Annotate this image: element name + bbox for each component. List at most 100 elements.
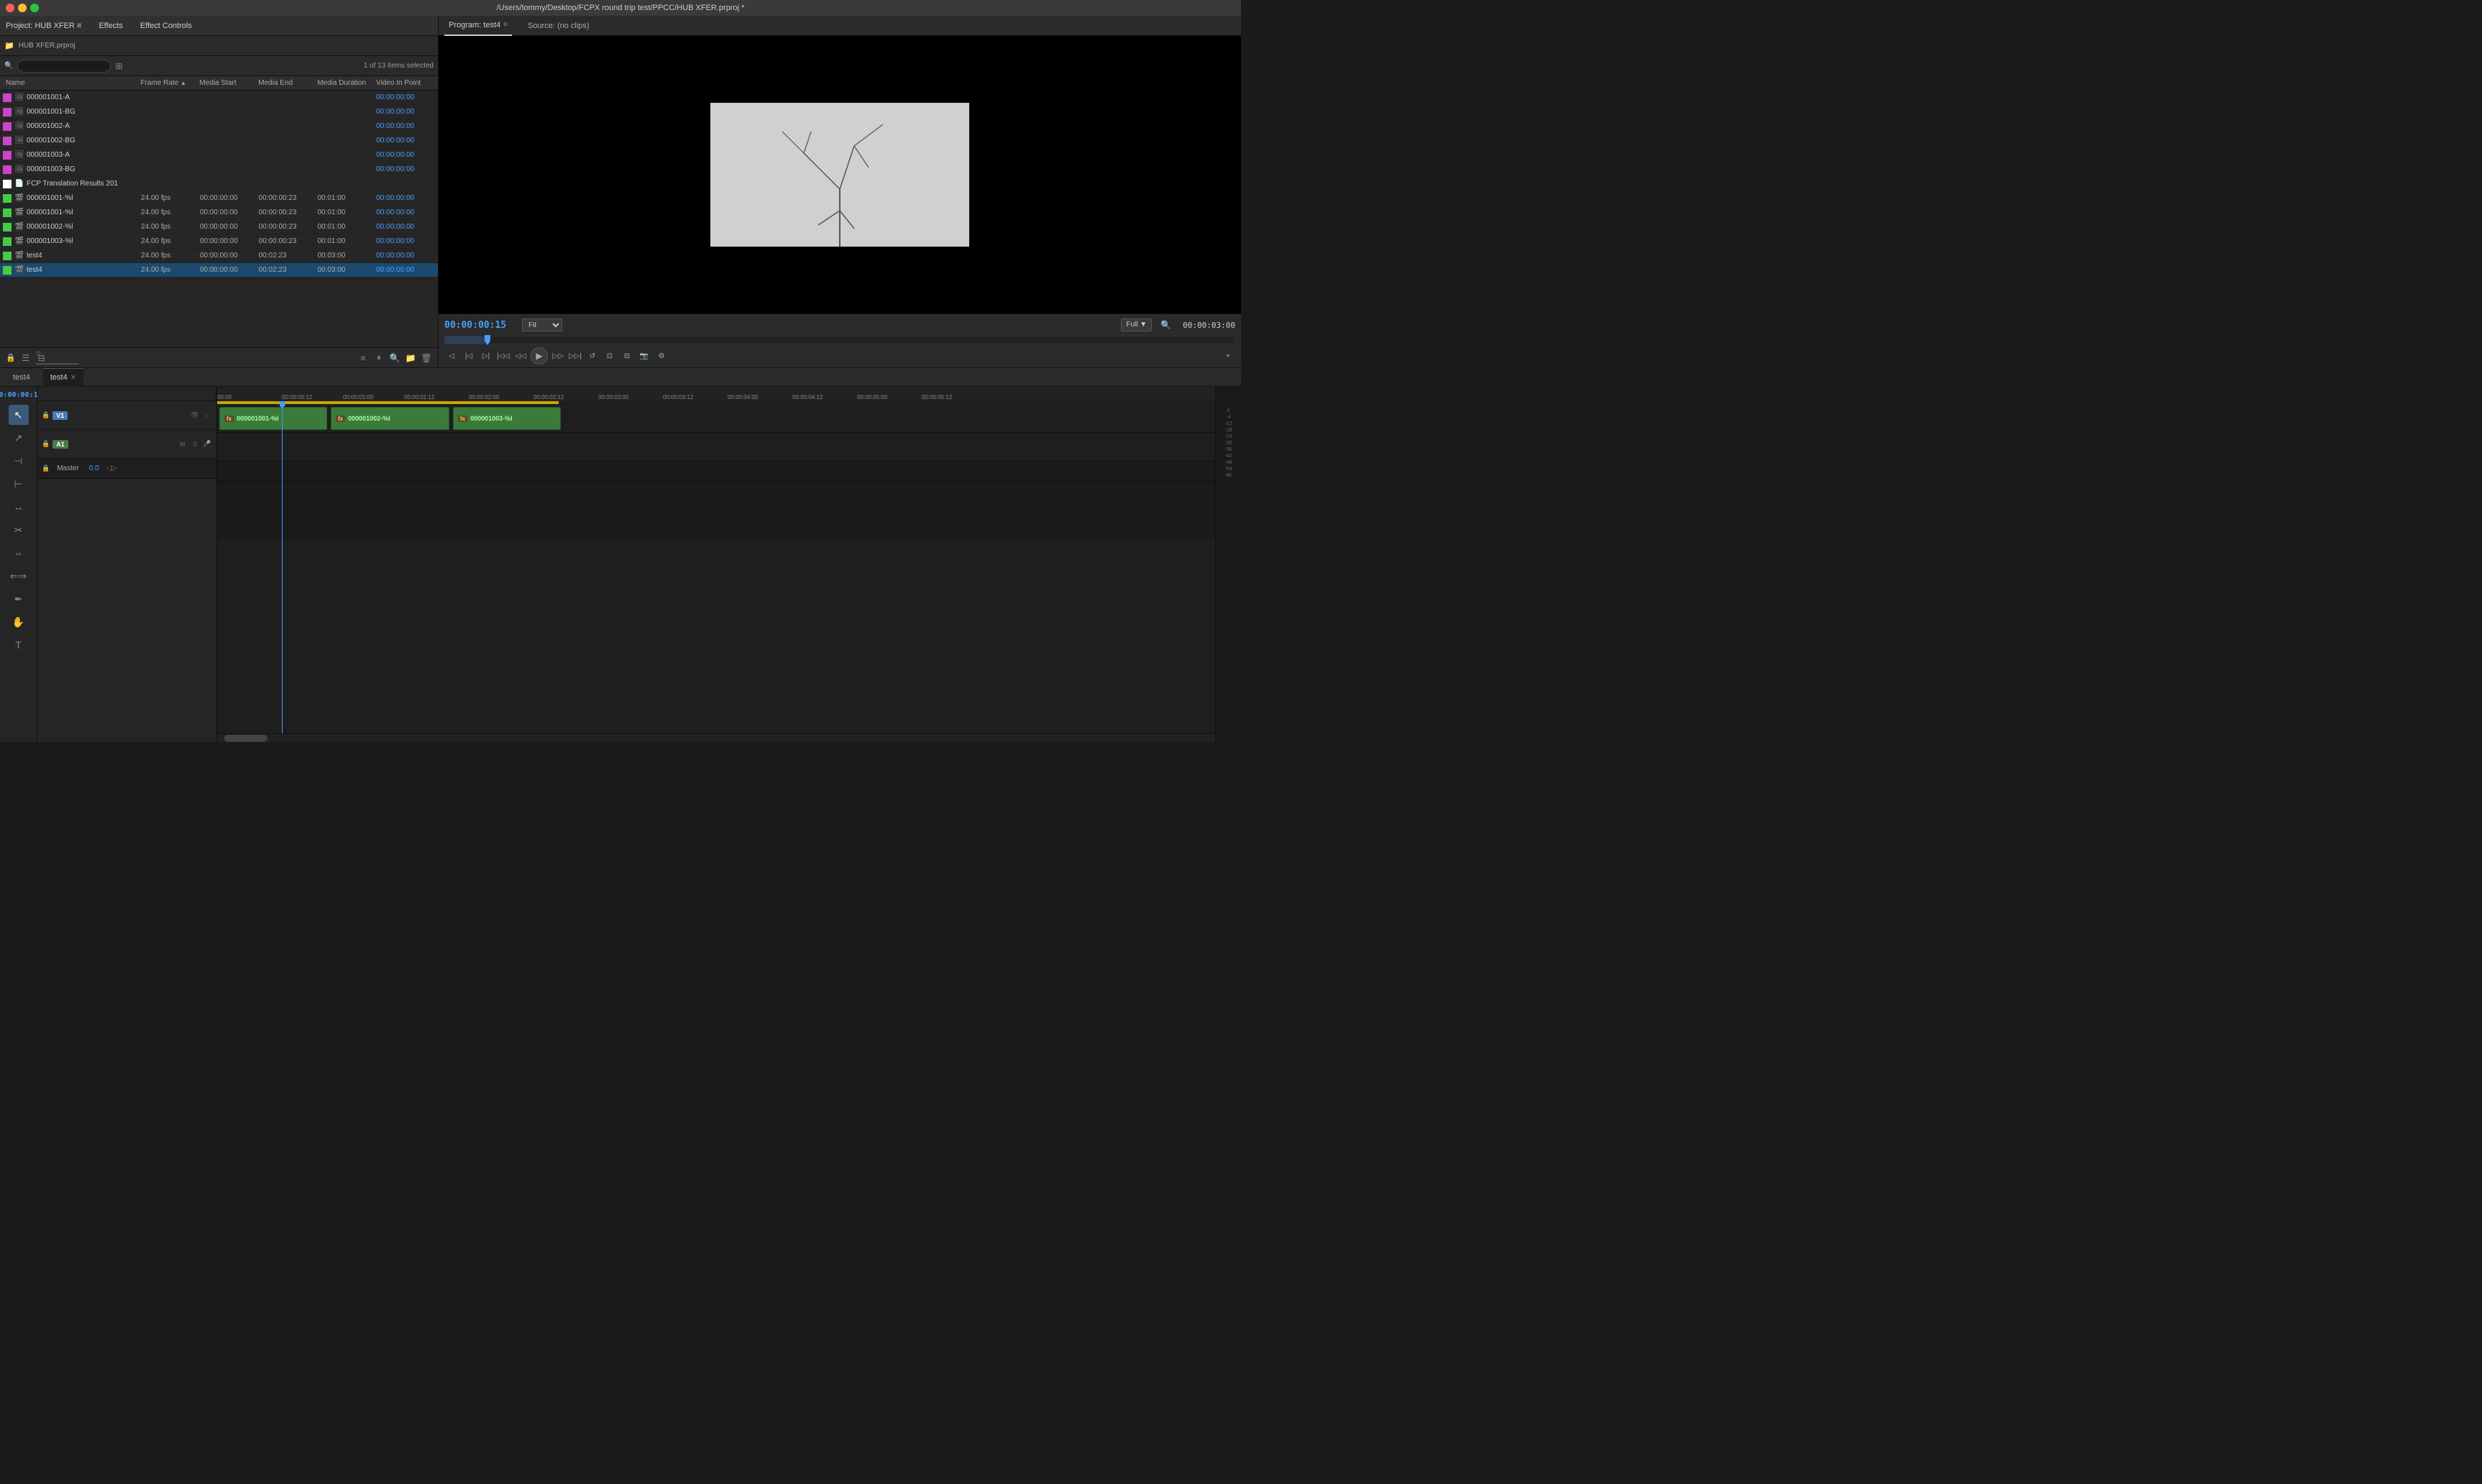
file-row[interactable]: 🖼 000001002-BG 00:00:00:00: [0, 134, 438, 148]
effects-tab[interactable]: Effects: [99, 22, 122, 30]
a1-track-content[interactable]: [217, 433, 1215, 462]
preview-svg: [710, 103, 969, 247]
col-mediaduration-header[interactable]: Media Duration: [317, 79, 376, 87]
scrubber-handle[interactable]: [485, 335, 490, 345]
slip-tool-btn[interactable]: ⇔: [9, 543, 29, 563]
select-tool-btn[interactable]: ↖: [9, 405, 29, 425]
razor-tool-btn[interactable]: ✂: [9, 520, 29, 540]
v1-lock-icon[interactable]: 🔒: [42, 411, 50, 419]
file-row[interactable]: 🖼 000001001-BG 00:00:00:00: [0, 105, 438, 119]
file-mediastart: 00:00:00:00: [200, 209, 259, 216]
timeline-tab-close[interactable]: ✕: [70, 374, 76, 382]
fit-dropdown[interactable]: Fit 25% 50% 75% 100%: [522, 319, 562, 331]
file-type-icon: 📄: [14, 179, 24, 189]
effect-controls-tab[interactable]: Effect Controls: [140, 22, 192, 30]
new-bin-btn[interactable]: 📁: [405, 352, 416, 364]
go-to-in-btn[interactable]: |◁◁: [496, 349, 510, 363]
search-input[interactable]: [17, 60, 111, 73]
timeline-tab-test4-active[interactable]: test4 ✕: [43, 368, 83, 387]
settings-icon[interactable]: ≡: [357, 352, 369, 364]
file-row[interactable]: 🖼 000001003-A 00:00:00:00: [0, 148, 438, 162]
go-to-out-btn[interactable]: ▷▷|: [568, 349, 582, 363]
a1-badge: A1: [52, 440, 68, 449]
hand-tool-btn[interactable]: ✋: [9, 612, 29, 632]
mark-in-btn[interactable]: ◁: [444, 349, 459, 363]
program-tab[interactable]: Program: test4 ≡: [444, 16, 512, 36]
clip-000001002[interactable]: fx 000001002-%l: [331, 407, 449, 430]
full-dropdown[interactable]: Full ▼: [1121, 319, 1152, 331]
clip-000001003[interactable]: fx 000001003-%l: [453, 407, 561, 430]
col-videoinpoint-header[interactable]: Video In Point: [376, 79, 435, 87]
v1-track-content[interactable]: fx 000001001-%l fx 000001002-%l: [217, 404, 1215, 433]
timeline-scroll-bar[interactable]: [217, 733, 1215, 742]
source-tab[interactable]: Source: (no clips): [523, 16, 594, 36]
file-list[interactable]: 🖼 000001001-A 00:00:00:00 🖼 000001001-BG…: [0, 91, 438, 347]
play-btn[interactable]: ▶: [531, 347, 548, 365]
output-settings-btn[interactable]: ⊟: [620, 349, 634, 363]
scrubber-area[interactable]: [444, 336, 1235, 344]
list-view-btn[interactable]: ☰: [20, 352, 32, 364]
col-mediastart-header[interactable]: Media Start: [199, 79, 258, 87]
minimize-button[interactable]: [18, 4, 27, 12]
ripple-tool-btn[interactable]: ⊣: [9, 451, 29, 471]
clip-000001001[interactable]: fx 000001001-%l: [219, 407, 327, 430]
master-collapse-icon[interactable]: ◁▷: [106, 464, 117, 472]
file-row[interactable]: 🎬 000001002-%l 24.00 fps 00:00:00:00 00:…: [0, 220, 438, 234]
settings-btn2[interactable]: ⚙: [654, 349, 669, 363]
loop-btn[interactable]: ↺: [585, 349, 600, 363]
pen-tool-btn[interactable]: ✒: [9, 589, 29, 609]
a1-lock-icon[interactable]: 🔒: [42, 440, 50, 448]
slide-tool-btn[interactable]: ⇐⇒: [9, 566, 29, 586]
file-row[interactable]: 🎬 test4 24.00 fps 00:00:00:00 00:02:23 0…: [0, 263, 438, 278]
clear-btn[interactable]: 🗑: [421, 352, 432, 364]
file-row[interactable]: 🖼 000001001-A 00:00:00:00: [0, 91, 438, 105]
col-mediaend-header[interactable]: Media End: [258, 79, 317, 87]
program-tab-menu-icon[interactable]: ≡: [503, 21, 508, 29]
prev-keyframe-btn[interactable]: |◁: [462, 349, 476, 363]
file-row[interactable]: 🎬 000001001-%l 24.00 fps 00:00:00:00 00:…: [0, 206, 438, 220]
close-button[interactable]: [6, 4, 14, 12]
step-fwd-btn[interactable]: ▷▷: [551, 349, 565, 363]
scroll-thumb[interactable]: [224, 735, 267, 742]
safe-margins-btn[interactable]: ⊡: [603, 349, 617, 363]
file-mediaduration: 00:01:00: [317, 209, 376, 216]
list-view-icon[interactable]: ⊞: [115, 61, 122, 71]
find-btn[interactable]: ⏸: [373, 352, 385, 364]
zoom-slider[interactable]: ○—————: [52, 352, 63, 364]
vu-neg54: -54: [1224, 467, 1232, 472]
selection-info: 1 of 13 items selected: [364, 62, 434, 70]
file-row[interactable]: 🎬 test4 24.00 fps 00:00:00:00 00:02:23 0…: [0, 249, 438, 263]
project-label[interactable]: Project: HUB XFER ≡: [6, 22, 81, 30]
next-keyframe-btn[interactable]: ▷|: [479, 349, 493, 363]
v1-sync-icon[interactable]: ○: [202, 411, 212, 421]
timeline-tab-test4-inactive[interactable]: test4: [6, 368, 37, 387]
export-frame-btn[interactable]: 📷: [637, 349, 651, 363]
file-row[interactable]: 🖼 000001003-BG 00:00:00:00: [0, 162, 438, 177]
lock-bin-icon[interactable]: 🔒: [6, 353, 16, 362]
v1-eye-icon[interactable]: 👁: [190, 411, 200, 421]
step-back-btn[interactable]: ◁◁: [513, 349, 528, 363]
file-row[interactable]: 📄 FCP Translation Results 201: [0, 177, 438, 191]
a1-s-btn[interactable]: S: [190, 439, 200, 449]
text-tool-btn[interactable]: T: [9, 635, 29, 655]
search-bin-btn[interactable]: 🔍: [389, 352, 400, 364]
file-color-box: [3, 151, 12, 160]
master-volume[interactable]: 0.0: [89, 464, 99, 472]
a1-mic-icon[interactable]: 🎤: [202, 439, 212, 449]
file-type-icon: 🖼: [14, 136, 24, 146]
track-select-tool-btn[interactable]: ↗: [9, 428, 29, 448]
program-timecode[interactable]: 00:00:00:15: [444, 320, 516, 331]
col-name-header[interactable]: Name: [3, 79, 140, 87]
add-btn[interactable]: +: [1221, 349, 1235, 363]
master-lock-icon[interactable]: 🔒: [42, 464, 50, 472]
file-row[interactable]: 🎬 000001003-%l 24.00 fps 00:00:00:00 00:…: [0, 234, 438, 249]
col-framerate-header[interactable]: Frame Rate ▲: [140, 79, 199, 87]
a1-m-btn[interactable]: M: [178, 439, 188, 449]
maximize-button[interactable]: [30, 4, 39, 12]
file-row[interactable]: 🎬 000001001-%l 24.00 fps 00:00:00:00 00:…: [0, 191, 438, 206]
file-row[interactable]: 🖼 000001002-A 00:00:00:00: [0, 119, 438, 134]
rolling-tool-btn[interactable]: ⊢: [9, 474, 29, 494]
file-mediaend: 00:00:00:23: [259, 209, 318, 216]
zoom-icon[interactable]: 🔍: [1160, 320, 1171, 330]
rate-stretch-btn[interactable]: ↔: [9, 497, 29, 517]
